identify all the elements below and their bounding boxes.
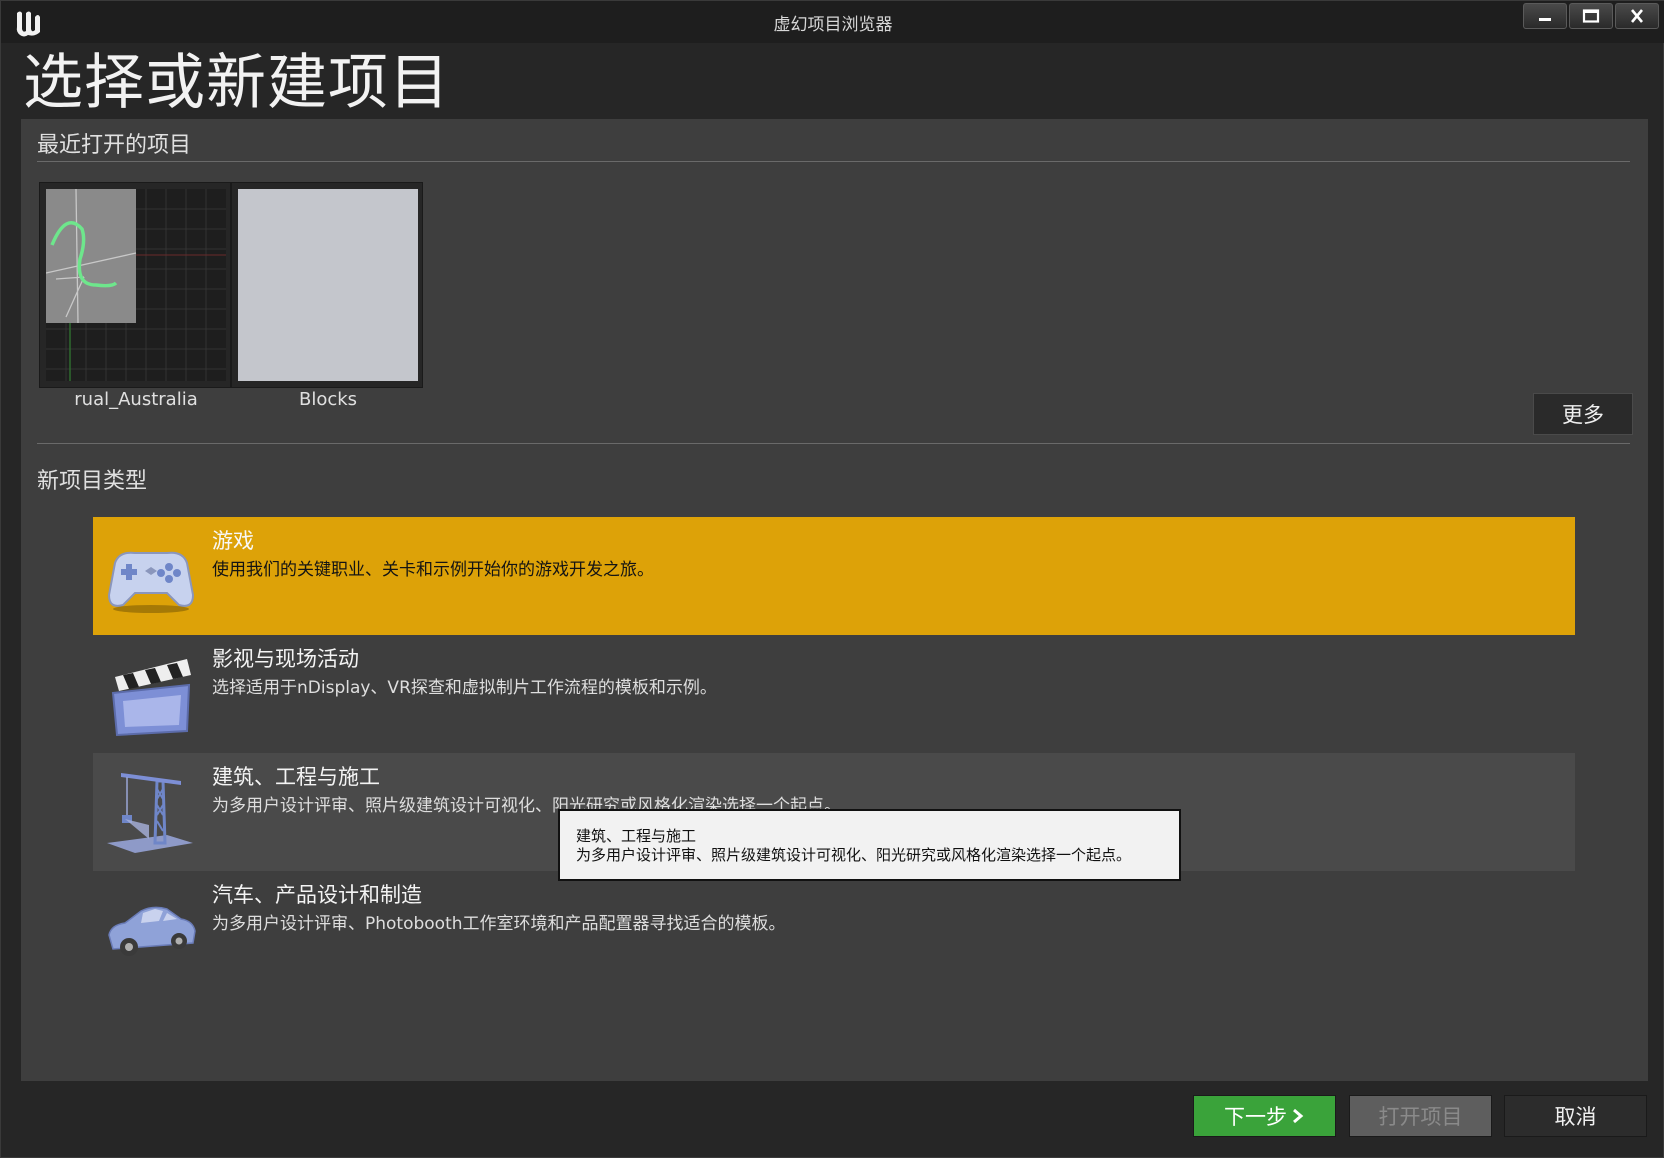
recent-project-tile[interactable]: rual_Australia	[39, 182, 231, 410]
open-project-button[interactable]: 打开项目	[1349, 1095, 1492, 1137]
divider	[37, 443, 1630, 444]
next-button[interactable]: 下一步	[1193, 1095, 1336, 1137]
tooltip-title: 建筑、工程与施工	[576, 827, 697, 845]
recent-project-tile[interactable]: Blocks	[231, 182, 423, 410]
category-description: 为多用户设计评审、Photobooth工作室环境和产品配置器寻找适合的模板。	[212, 914, 786, 934]
title-bar[interactable]: 虚幻项目浏览器	[1, 1, 1664, 43]
main-panel: 最近打开的项目 rual_Australia Blocks 更多 新项目类型 游…	[21, 119, 1648, 1081]
category-title: 建筑、工程与施工	[212, 765, 380, 789]
category-games[interactable]: 游戏 使用我们的关键职业、关卡和示例开始你的游戏开发之旅。	[93, 517, 1575, 635]
minimize-icon[interactable]	[1523, 3, 1567, 29]
category-tooltip: 建筑、工程与施工 为多用户设计评审、照片级建筑设计可视化、阳光研究或风格化渲染选…	[558, 809, 1181, 881]
category-title: 汽车、产品设计和制造	[212, 883, 422, 907]
more-button[interactable]: 更多	[1533, 393, 1633, 435]
category-description: 使用我们的关键职业、关卡和示例开始你的游戏开发之旅。	[212, 560, 654, 580]
recent-project-name: rual_Australia	[74, 389, 198, 410]
gamepad-icon	[107, 551, 195, 613]
recent-project-name: Blocks	[298, 389, 358, 410]
category-title: 游戏	[212, 529, 254, 553]
tooltip-description: 为多用户设计评审、照片级建筑设计可视化、阳光研究或风格化渲染选择一个起点。	[576, 846, 1132, 864]
new-project-types-label: 新项目类型	[37, 469, 148, 494]
category-automotive-product-design[interactable]: 汽车、产品设计和制造 为多用户设计评审、Photobooth工作室环境和产品配置…	[93, 871, 1575, 989]
crane-icon	[107, 773, 193, 853]
category-film-live-events[interactable]: 影视与现场活动 选择适用于nDisplay、VR探查和虚拟制片工作流程的模板和示…	[93, 635, 1575, 753]
map-grid-thumbnail	[46, 189, 226, 381]
next-button-label: 下一步	[1224, 1105, 1287, 1129]
divider	[37, 161, 1630, 162]
cancel-button[interactable]: 取消	[1504, 1095, 1647, 1137]
chevron-right-icon	[1293, 1108, 1304, 1124]
close-icon[interactable]	[1615, 3, 1659, 29]
category-title: 影视与现场活动	[212, 647, 359, 671]
maximize-icon[interactable]	[1569, 3, 1613, 29]
clapperboard-icon	[111, 659, 191, 737]
blank-thumbnail	[238, 189, 418, 381]
window-controls	[1523, 3, 1659, 29]
page-title: 选择或新建项目	[23, 48, 450, 118]
car-icon	[108, 906, 196, 956]
window-title: 虚幻项目浏览器	[773, 15, 893, 35]
category-description: 选择适用于nDisplay、VR探查和虚拟制片工作流程的模板和示例。	[212, 678, 717, 698]
recent-projects-label: 最近打开的项目	[37, 133, 192, 158]
project-browser-window: 虚幻项目浏览器 选择或新建项目 最近打开的项目 rual_Australia B…	[0, 0, 1664, 1158]
